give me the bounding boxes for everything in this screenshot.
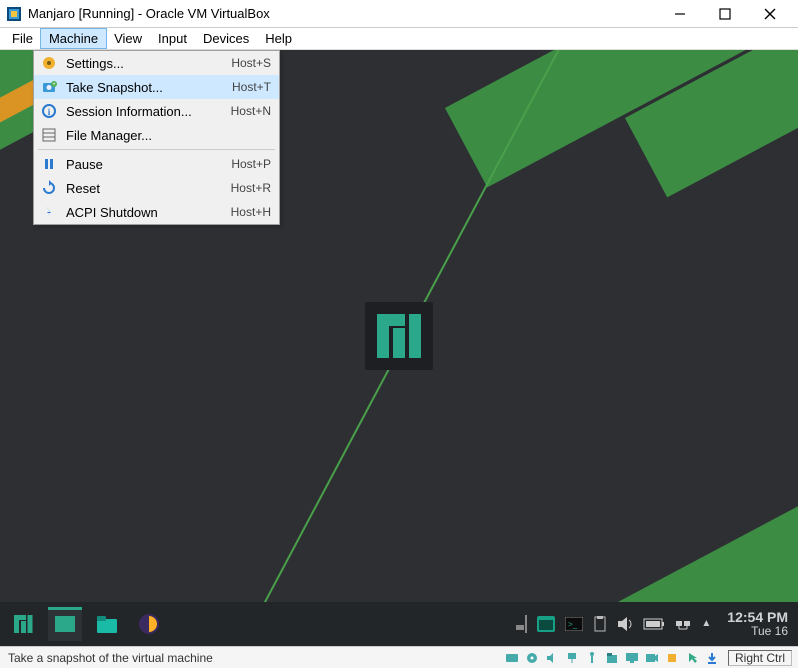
clock-time: 12:54 PM [727, 610, 788, 625]
vb-display-icon[interactable] [624, 650, 640, 666]
tray-clipboard-icon[interactable] [593, 616, 607, 632]
statusbar-text: Take a snapshot of the virtual machine [0, 651, 504, 665]
vb-harddisk-icon[interactable] [504, 650, 520, 666]
maximize-button[interactable] [702, 1, 747, 27]
tray-network-icon[interactable] [675, 617, 691, 631]
vb-shared-folders-icon[interactable] [604, 650, 620, 666]
menu-machine[interactable]: Machine [41, 29, 106, 48]
menu-item-label: File Manager... [66, 128, 271, 143]
menu-session-info[interactable]: i Session Information... Host+N [34, 99, 279, 123]
shutdown-icon [40, 204, 58, 220]
reset-icon [40, 180, 58, 196]
vb-usb-icon[interactable] [584, 650, 600, 666]
menu-item-shortcut: Host+N [231, 104, 271, 118]
menu-item-shortcut: Host+H [231, 205, 271, 219]
titlebar[interactable]: Manjaro [Running] - Oracle VM VirtualBox [0, 0, 798, 28]
info-icon: i [40, 103, 58, 119]
menu-item-shortcut: Host+R [231, 181, 271, 195]
vb-network-icon[interactable] [564, 650, 580, 666]
vb-audio-icon[interactable] [544, 650, 560, 666]
menu-input[interactable]: Input [150, 29, 195, 48]
guest-taskbar: >_ ▲ 12:54 [0, 602, 798, 646]
taskbar-desktop-button[interactable] [48, 607, 82, 641]
svg-text:+: + [52, 82, 56, 88]
menu-item-label: Take Snapshot... [66, 80, 232, 95]
menu-item-label: Pause [66, 157, 231, 172]
tray-battery-icon[interactable] [643, 618, 665, 630]
menu-item-label: Reset [66, 181, 231, 196]
menu-item-label: Settings... [66, 56, 231, 71]
tray-volume-icon[interactable] [617, 617, 633, 631]
svg-text:>_: >_ [568, 620, 578, 629]
file-manager-icon [40, 127, 58, 143]
virtualbox-statusbar: Take a snapshot of the virtual machine R… [0, 646, 798, 668]
menu-pause[interactable]: Pause Host+P [34, 152, 279, 176]
taskbar-app-files[interactable] [90, 607, 124, 641]
minimize-button[interactable] [657, 1, 702, 27]
hostkey-indicator[interactable]: Right Ctrl [728, 650, 792, 666]
menu-item-label: Session Information... [66, 104, 231, 119]
pause-icon [40, 156, 58, 172]
menu-settings[interactable]: Settings... Host+S [34, 51, 279, 75]
menu-item-shortcut: Host+T [232, 80, 271, 94]
menu-item-label: ACPI Shutdown [66, 205, 231, 220]
menubar: File Machine View Input Devices Help [0, 28, 798, 50]
menu-item-shortcut: Host+P [231, 157, 271, 171]
menu-file[interactable]: File [4, 29, 41, 48]
tray-clock[interactable]: 12:54 PM Tue 16 [721, 610, 794, 639]
vb-recording-icon[interactable] [644, 650, 660, 666]
vb-mouse-integration-icon[interactable] [684, 650, 700, 666]
window-title: Manjaro [Running] - Oracle VM VirtualBox [28, 6, 657, 21]
menu-view[interactable]: View [106, 29, 150, 48]
tray-expand-icon[interactable]: ▲ [701, 618, 711, 629]
close-button[interactable] [747, 1, 792, 27]
tray-terminal-icon[interactable]: >_ [565, 617, 583, 631]
desktops-icon[interactable] [525, 616, 527, 632]
virtualbox-icon [6, 6, 22, 22]
taskbar-app-firefox[interactable] [132, 607, 166, 641]
vb-cpu-icon[interactable] [664, 650, 680, 666]
snapshot-icon: + [40, 79, 58, 95]
vb-optical-icon[interactable] [524, 650, 540, 666]
machine-menu-dropdown: Settings... Host+S + Take Snapshot... Ho… [33, 50, 280, 225]
clock-date: Tue 16 [727, 625, 788, 638]
gear-icon [40, 55, 58, 71]
tray-yakuake-icon[interactable] [537, 616, 555, 632]
menu-devices[interactable]: Devices [195, 29, 257, 48]
manjaro-logo [365, 302, 433, 370]
menu-help[interactable]: Help [257, 29, 300, 48]
menu-item-shortcut: Host+S [231, 56, 271, 70]
menu-reset[interactable]: Reset Host+R [34, 176, 279, 200]
menu-separator [38, 149, 275, 150]
vb-keyboard-capture-icon[interactable] [704, 650, 720, 666]
menu-file-manager[interactable]: File Manager... [34, 123, 279, 147]
menu-take-snapshot[interactable]: + Take Snapshot... Host+T [34, 75, 279, 99]
menu-acpi-shutdown[interactable]: ACPI Shutdown Host+H [34, 200, 279, 224]
svg-text:i: i [48, 107, 51, 117]
application-launcher[interactable] [6, 607, 40, 641]
